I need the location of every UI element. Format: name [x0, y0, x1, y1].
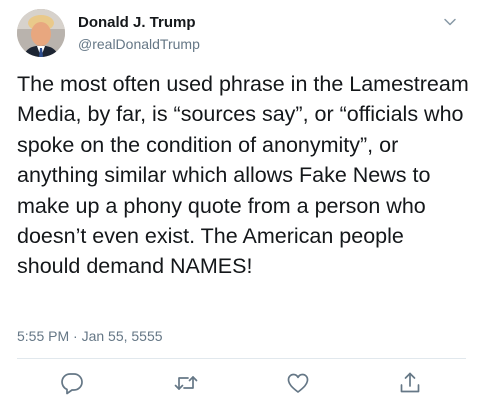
chevron-down-icon[interactable]: [442, 14, 458, 30]
retweet-icon[interactable]: [173, 370, 199, 396]
tweet-card: Donald J. Trump @realDonaldTrump The mos…: [0, 0, 480, 410]
author-block: Donald J. Trump @realDonaldTrump: [78, 13, 418, 54]
action-bar: [0, 370, 480, 400]
tweet-text: The most often used phrase in the Lamest…: [17, 72, 469, 279]
share-icon[interactable]: [397, 370, 423, 396]
display-name[interactable]: Donald J. Trump: [78, 13, 418, 33]
divider: [17, 358, 466, 359]
tweet-timestamp[interactable]: 5:55 PM · Jan 55, 5555: [17, 326, 163, 346]
user-handle[interactable]: @realDonaldTrump: [78, 34, 418, 54]
reply-icon[interactable]: [59, 370, 85, 396]
heart-icon[interactable]: [285, 370, 311, 396]
avatar[interactable]: [17, 9, 65, 57]
